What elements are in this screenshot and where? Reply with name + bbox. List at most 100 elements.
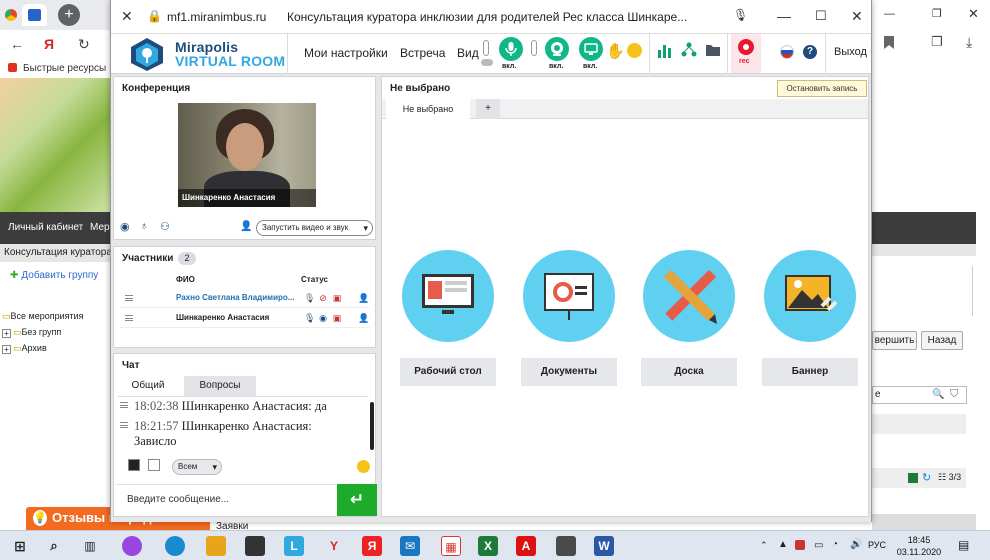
calendar-icon[interactable]: ▦ — [441, 536, 461, 556]
exit-button[interactable]: Выход — [834, 46, 867, 58]
back-icon[interactable]: ← — [10, 36, 24, 52]
tab-general[interactable]: Общий — [120, 376, 176, 396]
menu-events[interactable]: Мер — [90, 222, 110, 233]
notifications-icon[interactable]: ▤ — [958, 538, 969, 552]
bookmark-item[interactable]: Быстрые ресурсы — [8, 63, 106, 74]
store-icon[interactable] — [245, 536, 265, 556]
excel-icon[interactable] — [908, 473, 918, 483]
folder-icon[interactable] — [705, 43, 721, 57]
emoji-picker-icon[interactable] — [357, 460, 370, 473]
tab-questions[interactable]: Вопросы — [184, 376, 256, 396]
alice-icon[interactable] — [122, 536, 142, 556]
camera-button[interactable] — [545, 37, 569, 61]
poll-chart-icon[interactable] — [657, 43, 673, 59]
new-tab-button[interactable]: + — [58, 4, 80, 26]
filter-icon[interactable]: ⛉ — [950, 388, 958, 401]
chat-scrollbar[interactable] — [370, 402, 374, 450]
word-icon[interactable]: W — [594, 536, 614, 556]
tree-item[interactable]: + ▭Без групп — [2, 324, 84, 340]
yandex-icon[interactable]: Я — [44, 36, 54, 52]
drag-handle-icon[interactable] — [125, 315, 133, 321]
language-flag-icon[interactable] — [780, 45, 794, 59]
refresh-icon[interactable]: ↻ — [922, 471, 931, 484]
clock[interactable]: 18:45 03.11.2020 — [893, 534, 945, 558]
microphone-button[interactable] — [499, 37, 523, 61]
minimize-icon[interactable]: — — [777, 8, 791, 24]
mic-settings-icon[interactable]: ♁ — [140, 220, 148, 232]
battery-icon[interactable]: ▭ — [814, 540, 823, 551]
menu-meeting[interactable]: Встреча — [400, 46, 445, 60]
menu-my-settings[interactable]: Мои настройки — [304, 46, 388, 60]
browser-tab[interactable] — [22, 4, 47, 26]
desktop-card[interactable]: Рабочий стол — [400, 358, 496, 386]
tree-item[interactable]: ▭Все мероприятия — [2, 308, 84, 324]
board-card[interactable]: Доска — [641, 358, 737, 386]
banner-image — [0, 78, 110, 212]
background-color-icon[interactable] — [148, 459, 160, 471]
screen-share-button[interactable] — [579, 37, 603, 61]
maximize-icon[interactable]: ☐ — [815, 8, 827, 24]
record-button[interactable]: rec — [731, 34, 761, 73]
restore-icon[interactable]: ❐ — [932, 7, 942, 20]
video-feed[interactable]: Шинкаренко Анастасия — [178, 103, 316, 207]
message-menu-icon[interactable] — [120, 422, 128, 428]
excel-icon[interactable]: X — [478, 536, 498, 556]
minimize-icon[interactable]: — — [884, 8, 895, 20]
recipients-select[interactable]: Всем — [172, 459, 222, 475]
download-icon[interactable]: ⤓ — [966, 34, 972, 51]
workspace-tab[interactable]: Не выбрано — [386, 99, 470, 119]
tray-chevron-icon[interactable]: ⌃ — [760, 540, 768, 551]
participant-row[interactable]: Шинкаренко Анастасия 🎙 ◉ ▣ 👤 — [120, 309, 370, 328]
drag-handle-icon[interactable] — [125, 295, 133, 301]
network-app-icon[interactable] — [556, 536, 576, 556]
menu-view[interactable]: Вид — [457, 46, 479, 60]
message-input[interactable]: Введите сообщение... — [115, 484, 336, 516]
l-app-icon[interactable]: L — [284, 536, 304, 556]
emoji-icon[interactable] — [627, 43, 642, 58]
tree-item[interactable]: + ▭Архив — [2, 340, 84, 356]
pdf-icon[interactable]: A — [516, 536, 536, 556]
antivirus-icon[interactable] — [795, 540, 805, 550]
back-button[interactable]: Назад — [921, 331, 963, 350]
bookmark-star-icon[interactable] — [884, 36, 894, 49]
add-group-link[interactable]: ✚ Добавить группу — [10, 270, 98, 281]
task-view-icon[interactable]: ▥ — [80, 536, 100, 556]
text-color-icon[interactable] — [128, 459, 140, 471]
network-icon[interactable] — [681, 42, 697, 60]
add-tab-button[interactable]: + — [476, 99, 500, 119]
banner-card[interactable]: Баннер — [762, 358, 858, 386]
language-indicator[interactable]: РУС — [868, 540, 886, 550]
close-icon[interactable]: ✕ — [121, 8, 133, 25]
close-icon[interactable]: ✕ — [968, 6, 979, 22]
raise-hand-icon[interactable]: ✋ — [606, 42, 625, 60]
participant-row[interactable]: Рахно Светлана Владимиро... 🎙 ⊘ ▣ 👤 — [120, 289, 370, 308]
volume-icon[interactable]: 🔊 — [850, 539, 862, 550]
search-icon[interactable]: ⌕ — [44, 536, 64, 556]
help-icon[interactable]: ? — [803, 45, 817, 59]
explorer-icon[interactable] — [206, 536, 226, 556]
board-tile-icon[interactable] — [643, 250, 735, 342]
participants-settings-icon[interactable]: ⚇ — [160, 220, 170, 233]
mail-icon[interactable]: ✉ — [400, 536, 420, 556]
collections-icon[interactable]: ❒ — [931, 34, 943, 50]
start-icon[interactable]: ⊞ — [10, 536, 30, 556]
desktop-tile-icon[interactable] — [402, 250, 494, 342]
message-menu-icon[interactable] — [120, 402, 128, 408]
send-button[interactable]: ↵ — [337, 484, 377, 516]
webcam-settings-icon[interactable]: ◉ — [120, 220, 130, 233]
yandex-browser-icon[interactable]: Y — [324, 536, 344, 556]
mic-toggle[interactable] — [481, 59, 493, 66]
documents-tile-icon[interactable] — [523, 250, 615, 342]
banner-tile-icon[interactable] — [764, 250, 856, 342]
close-window-icon[interactable]: ✕ — [851, 8, 863, 25]
tray-app-icon[interactable]: ▲ — [778, 539, 788, 550]
wifi-icon[interactable]: ◔ — [832, 539, 838, 550]
reload-icon[interactable]: ↻ — [78, 36, 90, 53]
start-video-select[interactable]: Запустить видео и звук — [256, 220, 373, 236]
edge-icon[interactable] — [165, 536, 185, 556]
finish-button[interactable]: вершить — [872, 331, 917, 350]
menu-personal-cabinet[interactable]: Личный кабинет — [8, 222, 83, 233]
documents-card[interactable]: Документы — [521, 358, 617, 386]
yandex-icon[interactable]: Я — [362, 536, 382, 556]
search-icon[interactable]: 🔍 — [932, 389, 944, 400]
